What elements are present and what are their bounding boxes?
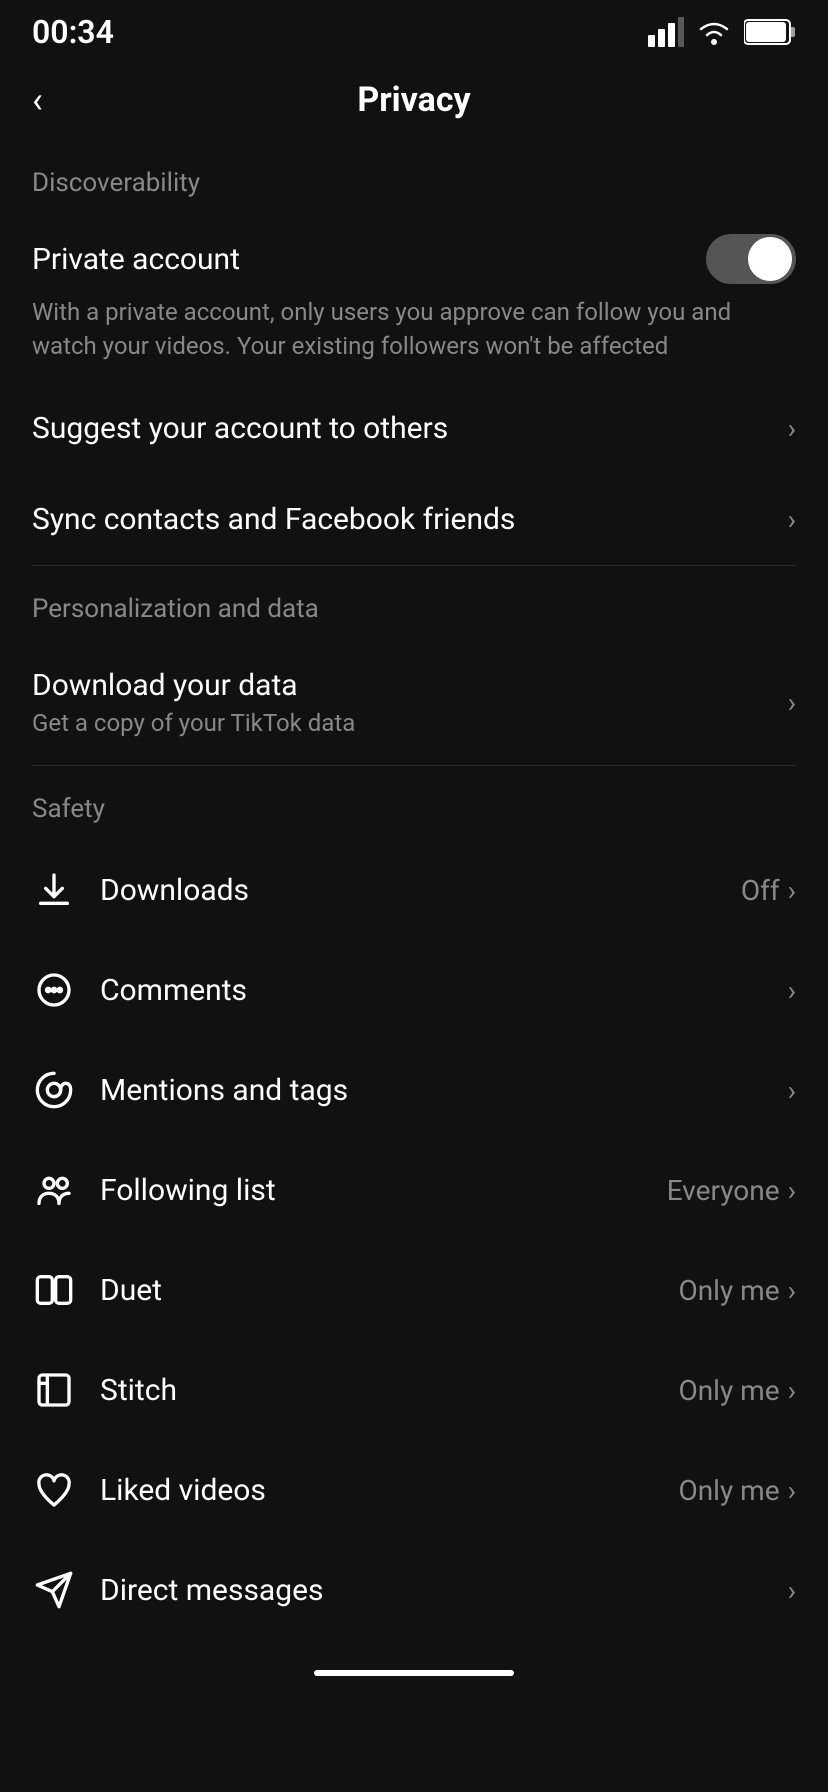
downloads-item[interactable]: Downloads Off › <box>0 840 828 940</box>
status-icons <box>648 17 796 47</box>
download-data-label: Download your data <box>32 668 788 703</box>
duet-item[interactable]: Duet Only me › <box>0 1240 828 1340</box>
download-data-right: › <box>788 686 796 719</box>
chevron-icon: › <box>788 686 796 719</box>
liked-videos-value: Only me <box>678 1474 779 1507</box>
status-time: 00:34 <box>32 13 114 51</box>
home-indicator <box>314 1670 514 1676</box>
comments-right: › <box>788 974 796 1007</box>
sync-contacts-item[interactable]: Sync contacts and Facebook friends › <box>0 474 828 565</box>
direct-messages-label: Direct messages <box>100 1573 323 1608</box>
downloads-value: Off <box>741 874 780 907</box>
following-list-value: Everyone <box>667 1174 780 1207</box>
stitch-label: Stitch <box>100 1373 177 1408</box>
downloads-right: Off › <box>741 874 796 907</box>
stitch-value: Only me <box>678 1374 779 1407</box>
duet-label: Duet <box>100 1273 162 1308</box>
status-bar: 00:34 <box>0 0 828 60</box>
liked-videos-right: Only me › <box>678 1474 796 1507</box>
direct-messages-item[interactable]: Direct messages › <box>0 1540 828 1640</box>
bottom-indicator-container <box>0 1640 828 1686</box>
back-button[interactable]: ‹ <box>32 79 43 121</box>
stitch-right: Only me › <box>678 1374 796 1407</box>
page-header: ‹ Privacy <box>0 60 828 140</box>
chevron-icon: › <box>788 1374 796 1407</box>
following-list-item[interactable]: Following list Everyone › <box>0 1140 828 1240</box>
liked-videos-icon <box>32 1468 76 1512</box>
stitch-icon <box>32 1368 76 1412</box>
section-discoverability: Discoverability <box>0 140 828 214</box>
section-personalization: Personalization and data <box>0 566 828 640</box>
private-account-description: With a private account, only users you a… <box>32 296 796 363</box>
sync-contacts-right: › <box>788 503 796 536</box>
chevron-icon: › <box>788 412 796 445</box>
suggest-account-label: Suggest your account to others <box>32 411 448 446</box>
comments-label: Comments <box>100 973 247 1008</box>
suggest-account-item[interactable]: Suggest your account to others › <box>0 383 828 474</box>
download-data-desc: Get a copy of your TikTok data <box>32 709 788 737</box>
duet-value: Only me <box>678 1274 779 1307</box>
chevron-icon: › <box>788 1574 796 1607</box>
wifi-icon <box>696 17 732 47</box>
mentions-right: › <box>788 1074 796 1107</box>
comments-item[interactable]: Comments › <box>0 940 828 1040</box>
comments-icon <box>32 968 76 1012</box>
mentions-icon <box>32 1068 76 1112</box>
private-account-item[interactable]: Private account With a private account, … <box>0 214 828 383</box>
duet-icon <box>32 1268 76 1312</box>
sync-contacts-label: Sync contacts and Facebook friends <box>32 502 515 537</box>
chevron-icon: › <box>788 503 796 536</box>
chevron-icon: › <box>788 1174 796 1207</box>
liked-videos-label: Liked videos <box>100 1473 266 1508</box>
following-list-right: Everyone › <box>667 1174 796 1207</box>
chevron-icon: › <box>788 1474 796 1507</box>
chevron-icon: › <box>788 874 796 907</box>
battery-icon <box>744 18 796 46</box>
signal-icon <box>648 17 684 47</box>
mentions-tags-label: Mentions and tags <box>100 1073 348 1108</box>
chevron-icon: › <box>788 974 796 1007</box>
download-icon <box>32 868 76 912</box>
chevron-icon: › <box>788 1074 796 1107</box>
downloads-label: Downloads <box>100 873 249 908</box>
stitch-item[interactable]: Stitch Only me › <box>0 1340 828 1440</box>
private-account-toggle[interactable] <box>706 234 796 284</box>
private-account-label: Private account <box>32 242 240 277</box>
section-safety: Safety <box>0 766 828 840</box>
chevron-icon: › <box>788 1274 796 1307</box>
following-list-icon <box>32 1168 76 1212</box>
direct-messages-right: › <box>788 1574 796 1607</box>
duet-right: Only me › <box>678 1274 796 1307</box>
download-data-item[interactable]: Download your data Get a copy of your Ti… <box>0 640 828 765</box>
direct-messages-icon <box>32 1568 76 1612</box>
liked-videos-item[interactable]: Liked videos Only me › <box>0 1440 828 1540</box>
mentions-tags-item[interactable]: Mentions and tags › <box>0 1040 828 1140</box>
following-list-label: Following list <box>100 1173 276 1208</box>
page-title: Privacy <box>357 80 470 120</box>
suggest-account-right: › <box>788 412 796 445</box>
